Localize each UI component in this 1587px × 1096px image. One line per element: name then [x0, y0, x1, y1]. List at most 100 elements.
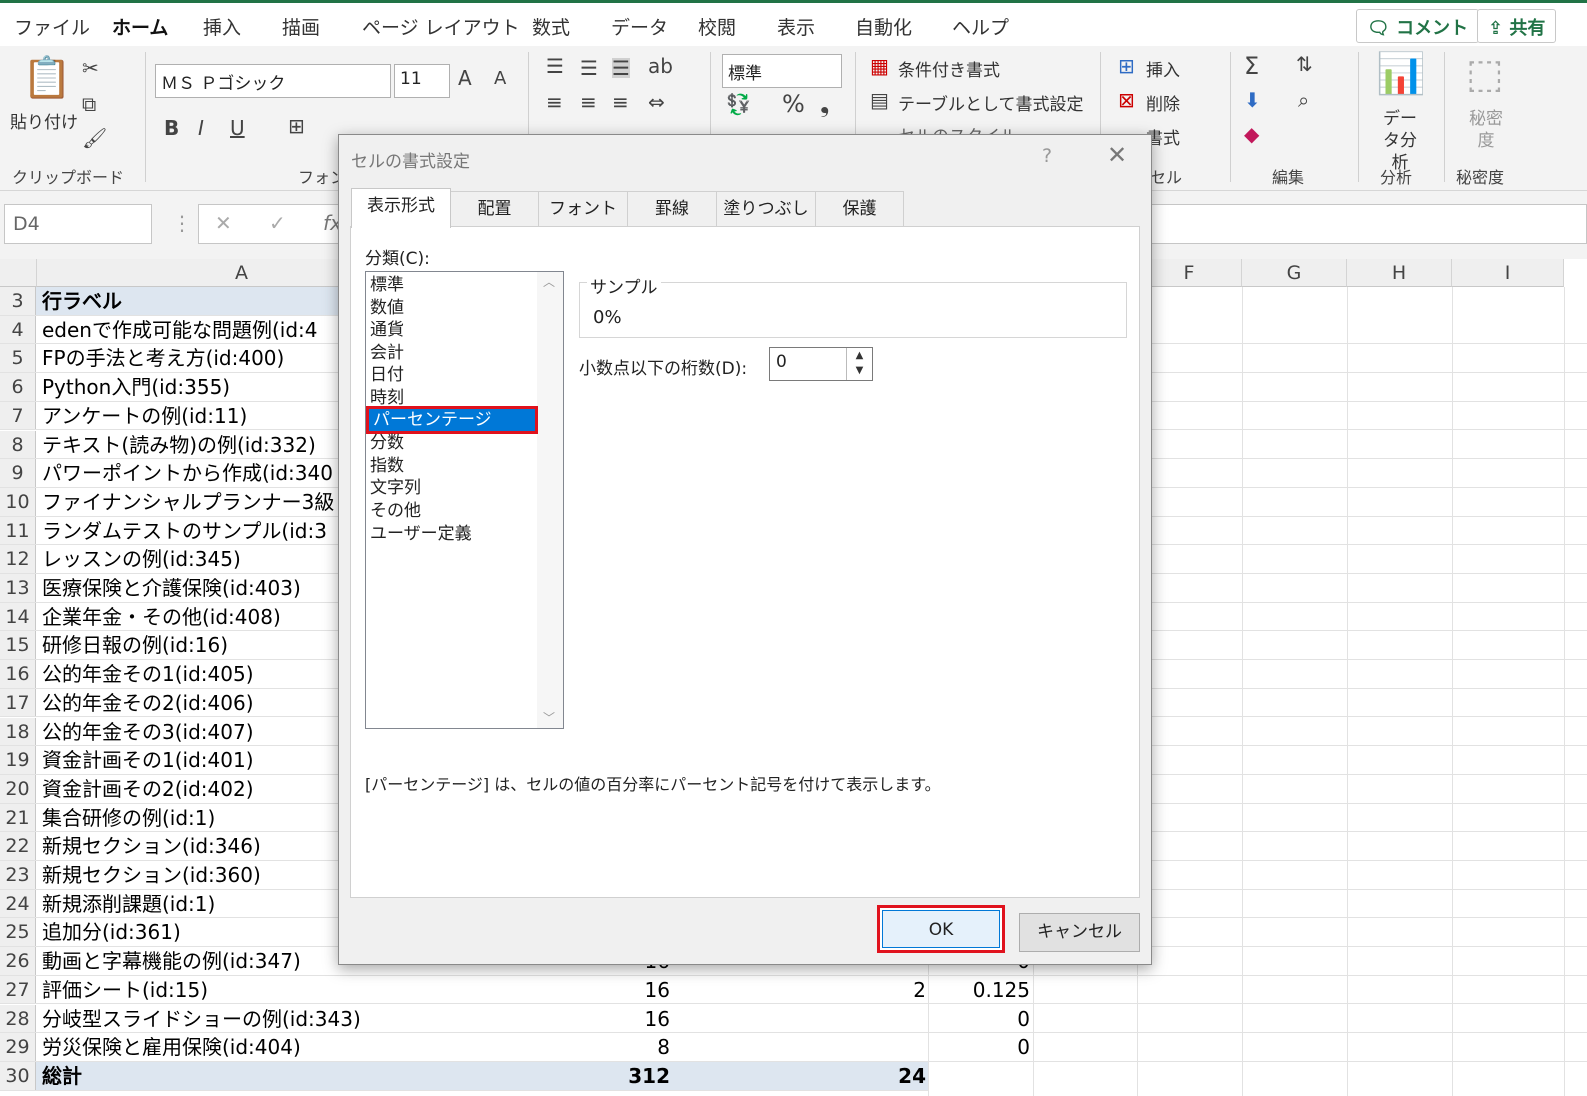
align-center-icon[interactable]: ≡	[580, 92, 597, 112]
find-icon[interactable]: ⌕	[1298, 90, 1309, 110]
fill-icon[interactable]: ⬇	[1244, 90, 1261, 110]
tab-protection[interactable]: 保護	[815, 191, 904, 227]
font-size-select[interactable]: 11	[394, 64, 450, 98]
row-label-cell[interactable]: 追加分(id:361)	[42, 918, 181, 946]
shrink-font-icon[interactable]: A	[494, 70, 506, 88]
row-label-cell[interactable]: 公的年金その1(id:405)	[42, 660, 254, 688]
paste-button[interactable]: 貼り付け	[10, 108, 78, 133]
ratio-cell[interactable]: 0	[930, 1005, 1030, 1033]
row-number[interactable]: 28	[0, 1004, 36, 1033]
category-item[interactable]: その他	[370, 500, 421, 522]
ratio-cell[interactable]: 0.125	[930, 976, 1030, 1004]
paste-icon[interactable]: 📋	[22, 58, 72, 98]
tab-alignment[interactable]: 配置	[450, 191, 539, 227]
count-cell[interactable]: 16	[560, 1005, 670, 1033]
row-label-cell[interactable]: 新規セクション(id:346)	[42, 832, 261, 860]
category-item[interactable]: 分数	[370, 432, 404, 454]
table-format-button[interactable]: テーブルとして書式設定	[898, 90, 1083, 115]
tab-review[interactable]: 校閲	[698, 13, 736, 40]
underline-icon[interactable]: U	[230, 118, 245, 138]
value-cell[interactable]: 24	[820, 1062, 926, 1090]
sensitivity-button[interactable]: 秘密度	[1466, 108, 1506, 152]
row-number[interactable]: 29	[0, 1033, 36, 1061]
scroll-up-icon[interactable]: ︿	[543, 276, 555, 288]
share-button[interactable]: ⇪ 共有	[1477, 9, 1557, 43]
category-item[interactable]: 日付	[370, 364, 404, 386]
bold-icon[interactable]: B	[164, 118, 179, 138]
tab-home[interactable]: ホーム	[112, 13, 169, 49]
category-item[interactable]: 通貨	[370, 319, 404, 341]
category-item[interactable]: 指数	[370, 455, 404, 477]
row-number[interactable]: 24	[0, 889, 36, 918]
row-label-cell[interactable]: ランダムテストのサンプル(id:3	[42, 517, 327, 545]
delete-cell-button[interactable]: 削除	[1146, 90, 1180, 115]
row-label-cell[interactable]: 医療保険と介護保険(id:403)	[42, 574, 301, 602]
row-number[interactable]: 6	[0, 373, 36, 401]
align-middle-icon[interactable]: ☰	[580, 58, 598, 78]
row-number[interactable]: 20	[0, 774, 36, 803]
row-number[interactable]: 23	[0, 861, 36, 889]
tab-draw[interactable]: 描画	[282, 13, 320, 40]
count-cell[interactable]: 312	[560, 1062, 670, 1090]
spin-down-icon[interactable]: ▼	[847, 363, 872, 378]
category-item[interactable]: パーセンテージ	[366, 405, 538, 434]
clear-icon[interactable]: ◆	[1244, 124, 1259, 144]
column-header-g[interactable]: G	[1242, 259, 1347, 287]
row-label-cell[interactable]: テキスト(読み物)の例(id:332)	[42, 431, 316, 459]
row-number[interactable]: 4	[0, 315, 36, 344]
conditional-format-button[interactable]: 条件付き書式	[898, 56, 1000, 81]
tab-file[interactable]: ファイル	[14, 13, 90, 40]
sort-icon[interactable]: ⇅	[1296, 54, 1313, 74]
help-icon[interactable]: ?	[1042, 145, 1052, 167]
ok-button[interactable]: OK	[877, 905, 1005, 953]
column-header-i[interactable]: I	[1452, 259, 1564, 287]
row-number[interactable]: 16	[0, 660, 36, 688]
tab-formulas[interactable]: 数式	[532, 13, 570, 40]
row-number[interactable]: 12	[0, 545, 36, 573]
column-header-f[interactable]: F	[1137, 259, 1242, 287]
row-number[interactable]: 15	[0, 631, 36, 660]
close-icon[interactable]: ✕	[1107, 141, 1127, 169]
value-cell[interactable]: 2	[820, 976, 926, 1004]
tab-page-layout[interactable]: ページ レイアウト	[362, 13, 520, 40]
align-top-icon[interactable]: ☰	[546, 56, 564, 76]
row-number[interactable]: 25	[0, 918, 36, 947]
italic-icon[interactable]: I	[198, 118, 204, 138]
brush-icon[interactable]: 🖌	[82, 128, 107, 148]
tab-fill[interactable]: 塗りつぶし	[716, 191, 816, 227]
select-all-corner[interactable]	[0, 259, 37, 287]
comment-button[interactable]: 🗨 コメント	[1356, 9, 1480, 43]
tab-number[interactable]: 表示形式	[351, 188, 451, 228]
row-number[interactable]: 27	[0, 975, 36, 1004]
row-label-cell[interactable]: FPの手法と考え方(id:400)	[42, 344, 284, 372]
sum-icon[interactable]: Σ	[1244, 54, 1259, 78]
row-label-cell[interactable]: Python入門(id:355)	[42, 373, 230, 401]
row-label-cell[interactable]: 新規セクション(id:360)	[42, 861, 261, 889]
row-number[interactable]: 3	[0, 287, 36, 315]
ratio-cell[interactable]: 0	[930, 1033, 1030, 1061]
spin-up-icon[interactable]: ▲	[847, 348, 872, 363]
cancel-button[interactable]: キャンセル	[1019, 913, 1140, 952]
row-label-cell[interactable]: レッスンの例(id:345)	[42, 545, 241, 573]
column-header-h[interactable]: H	[1347, 259, 1452, 287]
row-number[interactable]: 14	[0, 602, 36, 631]
tab-automate[interactable]: 自動化	[855, 13, 912, 40]
row-label-cell[interactable]: 公的年金その3(id:407)	[42, 718, 254, 746]
row-number[interactable]: 30	[0, 1061, 36, 1090]
row-label-cell[interactable]: 分岐型スライドショーの例(id:343)	[42, 1005, 361, 1033]
row-label-cell[interactable]: 行ラベル	[42, 287, 122, 315]
tab-help[interactable]: ヘルプ	[952, 13, 1009, 40]
align-left-icon[interactable]: ≡	[546, 92, 563, 112]
row-label-cell[interactable]: 労災保険と雇用保険(id:404)	[42, 1033, 301, 1061]
scroll-down-icon[interactable]: ﹀	[543, 712, 555, 724]
category-item[interactable]: 文字列	[370, 477, 421, 499]
align-right-icon[interactable]: ≡	[612, 92, 629, 112]
percent-icon[interactable]: %	[782, 92, 805, 116]
grow-font-icon[interactable]: A	[458, 68, 472, 88]
row-number[interactable]: 26	[0, 947, 36, 975]
insert-cell-button[interactable]: 挿入	[1146, 56, 1180, 81]
row-label-cell[interactable]: 新規添削課題(id:1)	[42, 890, 215, 918]
comma-icon[interactable]: ❟	[820, 92, 829, 116]
merge-icon[interactable]: ⇔	[648, 92, 665, 112]
category-item[interactable]: 数値	[370, 297, 404, 319]
